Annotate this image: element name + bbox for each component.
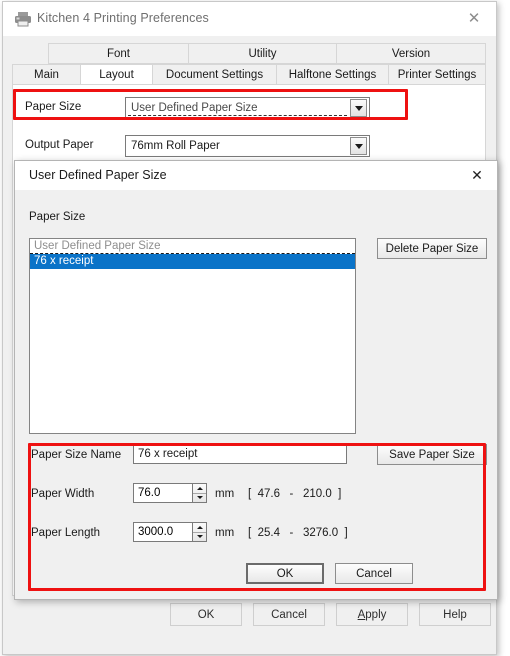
paper-width-label: Paper Width — [31, 488, 95, 500]
close-icon[interactable]: ✕ — [452, 2, 496, 34]
chevron-down-icon[interactable] — [350, 137, 367, 155]
paper-width-unit: mm — [215, 488, 235, 500]
dialog-ok-button[interactable]: OK — [246, 563, 324, 584]
printer-icon — [14, 11, 32, 27]
paper-size-group-label: Paper Size — [29, 211, 86, 223]
spinner-down-icon[interactable] — [193, 492, 206, 503]
output-paper-value: 76mm Roll Paper — [131, 140, 220, 152]
paper-length-stepper[interactable]: 3000.0 — [133, 522, 207, 542]
spinner-buttons[interactable] — [192, 522, 207, 542]
window-titlebar: Kitchen 4 Printing Preferences ✕ — [3, 2, 496, 36]
tab-row-lower: Main Layout Document Settings Halftone Sett… — [12, 64, 486, 85]
tab-utility[interactable]: Utility — [188, 43, 336, 64]
paper-width-range: [ 47.6 - 210.0 ] — [248, 488, 342, 500]
focus-indicator — [128, 115, 347, 116]
apply-accelerator: A — [357, 608, 366, 621]
listbox-ghost-header: User Defined Paper Size — [30, 239, 355, 254]
delete-paper-size-button[interactable]: Delete Paper Size — [377, 238, 487, 259]
ok-button[interactable]: OK — [170, 603, 242, 626]
cancel-button[interactable]: Cancel — [253, 603, 325, 626]
paper-size-value: User Defined Paper Size — [131, 102, 258, 114]
apply-button[interactable]: Apply — [336, 603, 408, 626]
tab-halftone-settings[interactable]: Halftone Settings — [276, 64, 388, 85]
tab-strip: Font Utility Version Main Layout Document Se… — [12, 43, 486, 85]
paper-width-value[interactable]: 76.0 — [133, 483, 192, 503]
dialog-titlebar: User Defined Paper Size ✕ — [15, 161, 497, 190]
tab-printer-settings[interactable]: Printer Settings — [388, 64, 486, 85]
paper-size-name-label: Paper Size Name — [31, 449, 122, 461]
paper-length-unit: mm — [215, 527, 235, 539]
paper-size-name-input[interactable]: 76 x receipt — [133, 444, 347, 464]
spinner-buttons[interactable] — [192, 483, 207, 503]
paper-width-stepper[interactable]: 76.0 — [133, 483, 207, 503]
tab-font[interactable]: Font — [48, 43, 188, 64]
tab-layout[interactable]: Layout — [80, 64, 152, 85]
paper-size-listbox[interactable]: User Defined Paper Size 76 x receipt — [29, 238, 356, 434]
paper-size-combobox[interactable]: User Defined Paper Size — [125, 97, 370, 119]
paper-length-value[interactable]: 3000.0 — [133, 522, 192, 542]
spinner-up-icon[interactable] — [193, 484, 206, 493]
close-icon[interactable]: ✕ — [457, 161, 497, 189]
paper-size-label: Paper Size — [25, 101, 82, 113]
dialog-title: User Defined Paper Size — [29, 168, 167, 182]
tab-row-upper: Font Utility Version — [12, 43, 486, 64]
tab-version[interactable]: Version — [336, 43, 486, 64]
tab-document-settings[interactable]: Document Settings — [152, 64, 276, 85]
output-paper-combobox[interactable]: 76mm Roll Paper — [125, 135, 370, 157]
output-paper-label: Output Paper — [25, 139, 94, 151]
spinner-down-icon[interactable] — [193, 531, 206, 542]
save-paper-size-button[interactable]: Save Paper Size — [377, 444, 487, 465]
paper-length-label: Paper Length — [31, 527, 101, 539]
user-defined-paper-size-dialog: User Defined Paper Size ✕ Paper Size Use… — [14, 160, 498, 600]
window-title: Kitchen 4 Printing Preferences — [37, 11, 209, 25]
tab-main[interactable]: Main — [12, 64, 80, 85]
paper-length-range: [ 25.4 - 3276.0 ] — [248, 527, 348, 539]
help-button[interactable]: Help — [419, 603, 491, 626]
list-item[interactable]: 76 x receipt — [30, 254, 355, 269]
spinner-up-icon[interactable] — [193, 523, 206, 532]
tab-spacer — [12, 43, 48, 64]
chevron-down-icon[interactable] — [350, 99, 367, 117]
dialog-cancel-button[interactable]: Cancel — [335, 563, 413, 584]
apply-label-rest: pply — [365, 608, 387, 621]
